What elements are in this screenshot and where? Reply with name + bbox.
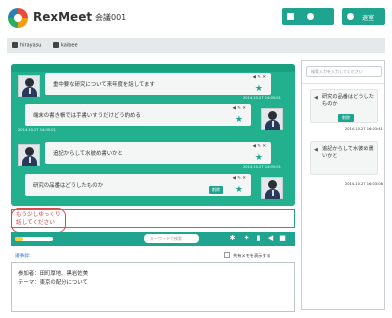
minutes-line: 参加者：田町厚地、黒岩佐美 xyxy=(18,271,89,277)
message-tools[interactable]: ◀ ✎ ✕ xyxy=(252,75,266,80)
delete-button[interactable]: 削除 xyxy=(209,186,223,194)
rexmeet-logo-icon xyxy=(8,8,28,28)
avatar xyxy=(18,75,40,97)
microphone-icon[interactable]: ▮ xyxy=(255,235,262,242)
message-tools[interactable]: ◀ ✎ ✕ xyxy=(252,144,266,149)
warning-text: もう少しゆっくり話してください xyxy=(16,212,61,226)
meeting-title: 会議001 xyxy=(95,13,127,22)
message-text: 追記からして水彼め書いかと xyxy=(53,151,123,157)
user-icon xyxy=(12,42,18,48)
lock-icon[interactable]: ■ xyxy=(279,235,286,242)
message-text: 研究の品番はどうしたものか xyxy=(33,183,104,189)
bookmark-timestamp: 2014.10.27 16:03:08 xyxy=(345,182,383,186)
message-text: 端末の書き帳では手書いすうだけどう約める xyxy=(33,113,141,119)
chat-message[interactable]: 端末の書き帳では手書いすうだけどう約める ◀ ✎ ✕ ★ xyxy=(25,104,251,126)
message-timestamp: 2014.10.27 14:05:01 xyxy=(18,128,56,132)
minutes-label: 議事録： xyxy=(15,254,34,259)
exit-label: 退室 xyxy=(362,15,375,22)
message-tools[interactable]: ◀ ✎ ✕ xyxy=(232,176,246,181)
bookmark-timestamp: 2014.10.27 16:03:41 xyxy=(345,127,383,131)
avatar xyxy=(261,108,283,130)
message-tools[interactable]: ◀ ✎ ✕ xyxy=(232,106,246,111)
share-memo-checkbox[interactable] xyxy=(224,252,230,258)
divider xyxy=(302,83,384,84)
chat-panel-header xyxy=(11,64,295,72)
star-icon[interactable]: ✱ xyxy=(229,235,236,242)
chat-message[interactable]: 追記からして水彼め書いかと ◀ ✎ ✕ ★ xyxy=(45,142,271,164)
chat-message[interactable]: 研究の品番はどうしたものか ◀ ✎ ✕ 削除 ★ xyxy=(25,174,251,196)
eye-icon[interactable] xyxy=(307,13,315,20)
minutes-line: テーマ：東京の配分について xyxy=(18,280,88,286)
star-icon[interactable]: ★ xyxy=(235,115,243,125)
speech-progress-bar xyxy=(15,237,53,241)
keyword-search-input[interactable]: キーワードで検索 xyxy=(144,234,199,243)
bookmark-item[interactable]: ◀ 研究の品番はどうしたものか 削除 xyxy=(310,89,378,123)
star-icon[interactable]: ★ xyxy=(255,153,263,163)
speech-progress-fill xyxy=(15,237,24,241)
exit-button[interactable]: 退室 xyxy=(342,8,385,25)
minutes-textarea[interactable]: 参加者：田町厚地、黒岩佐美 テーマ：東京の配分について xyxy=(11,262,295,312)
header-actions-group xyxy=(282,8,334,39)
speaker-icon: ◀ xyxy=(314,147,318,153)
participants-bar: hirayasu kaibee xyxy=(7,38,385,53)
sidebar-search-input[interactable]: 検索入力を入力してください xyxy=(306,66,382,77)
avatar xyxy=(261,177,283,199)
bookmark-sidebar: 検索入力を入力してください ◀ 研究の品番はどうしたものか 削除 2014.10… xyxy=(301,60,385,310)
speaker-icon: ◀ xyxy=(314,95,318,101)
message-timestamp: 2014.10.27 14:05:01 xyxy=(243,165,281,169)
participant-name: kaibee xyxy=(61,42,78,49)
participant-item: kaibee xyxy=(53,42,78,49)
star-icon[interactable]: ★ xyxy=(255,84,263,94)
user-icon xyxy=(53,42,59,48)
document-icon[interactable] xyxy=(287,13,294,20)
chat-panel: 重中要な研究について来年度を話してます ◀ ✎ ✕ ★ 2014.10.27 1… xyxy=(11,64,295,206)
bookmark-text: 追記からして水彼め書いかと xyxy=(322,146,374,159)
bookmark-delete-button[interactable]: 削除 xyxy=(338,114,354,122)
participant-item: hirayasu xyxy=(12,42,41,49)
chat-toolbar: キーワードで検索 ✱ ✦ ▮ ◀ ■ xyxy=(11,232,295,246)
star-icon[interactable]: ★ xyxy=(235,185,243,195)
participant-name: hirayasu xyxy=(20,42,42,49)
share-memo-label: 共有メモを表示する xyxy=(233,253,271,258)
brand-name: RexMeet xyxy=(33,10,93,24)
avatar xyxy=(18,144,40,166)
app-header: RexMeet 会議001 退室 xyxy=(0,0,392,39)
volume-icon[interactable]: ◀ xyxy=(267,235,274,242)
bookmark-text: 研究の品番はどうしたものか xyxy=(322,94,374,107)
chat-message[interactable]: 重中要な研究について来年度を話してます ◀ ✎ ✕ ★ xyxy=(45,73,271,95)
pin-icon[interactable]: ✦ xyxy=(243,235,250,242)
bookmark-item[interactable]: ◀ 追記からして水彼め書いかと xyxy=(310,141,378,175)
power-icon xyxy=(347,13,354,20)
message-text: 重中要な研究について来年度を話してます xyxy=(53,82,155,88)
message-timestamp: 2014.10.27 14:05:01 xyxy=(243,96,281,100)
